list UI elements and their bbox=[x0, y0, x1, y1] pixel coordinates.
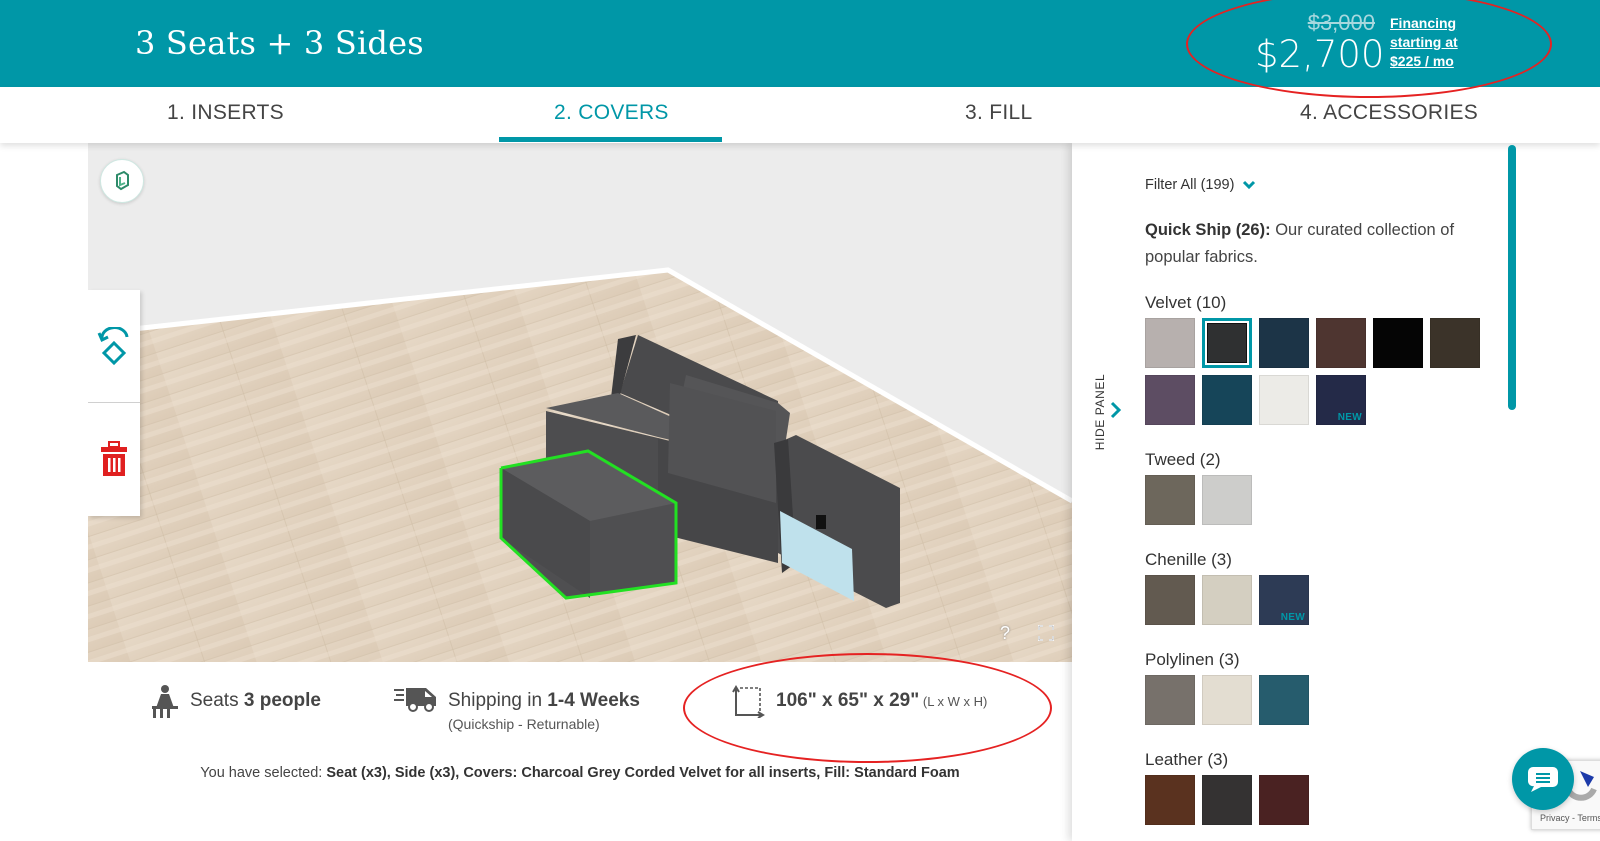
fabric-swatch[interactable] bbox=[1145, 475, 1195, 525]
swatch-group-title: Velvet (10) bbox=[1145, 293, 1227, 312]
rotate-icon bbox=[97, 327, 129, 365]
financing-line: starting at bbox=[1390, 34, 1458, 50]
fabric-swatch[interactable] bbox=[1430, 318, 1480, 368]
viewer-tools bbox=[88, 290, 140, 516]
fabric-swatch[interactable] bbox=[1202, 318, 1252, 368]
fabric-swatch[interactable] bbox=[1202, 475, 1252, 525]
chat-button[interactable] bbox=[1512, 748, 1574, 810]
fabric-swatch[interactable] bbox=[1145, 675, 1195, 725]
seats-prefix: Seats bbox=[190, 690, 244, 711]
quickship-description: Quick Ship (26): Our curated collection … bbox=[1145, 217, 1485, 271]
fabric-swatch[interactable] bbox=[1259, 675, 1309, 725]
filter-dropdown[interactable]: Filter All (199) bbox=[1145, 177, 1256, 193]
swatch-grid bbox=[1145, 475, 1480, 525]
chat-bubble-icon bbox=[1527, 767, 1558, 792]
fullscreen-icon[interactable] bbox=[1038, 625, 1054, 641]
room-scene bbox=[88, 143, 1072, 662]
new-badge: NEW bbox=[1337, 412, 1362, 423]
seats-info: Seats 3 people bbox=[150, 685, 321, 718]
swatch-grid: NEW bbox=[1145, 318, 1480, 425]
fabric-swatch[interactable] bbox=[1145, 575, 1195, 625]
tab-inserts[interactable]: 1. INSERTS bbox=[167, 101, 284, 125]
selection-summary: You have selected: Seat (x3), Side (x3),… bbox=[88, 765, 1072, 781]
fabric-swatch[interactable] bbox=[1202, 575, 1252, 625]
quickship-title: Quick Ship (26): bbox=[1145, 221, 1271, 239]
panel-scrollbar[interactable] bbox=[1508, 145, 1516, 410]
seats-value: 3 people bbox=[243, 690, 321, 711]
swatch-group-title: Leather (3) bbox=[1145, 750, 1229, 769]
fabric-swatch[interactable]: NEW bbox=[1316, 375, 1366, 425]
fabric-swatch[interactable] bbox=[1202, 775, 1252, 825]
fabric-swatch[interactable] bbox=[1202, 675, 1252, 725]
hide-panel-label: HIDE PANEL bbox=[1093, 373, 1107, 451]
fabric-swatch[interactable] bbox=[1316, 318, 1366, 368]
selection-value: Seat (x3), Side (x3), Covers: Charcoal G… bbox=[326, 765, 960, 781]
ar-cube-icon bbox=[116, 170, 129, 191]
tab-accessories[interactable]: 4. ACCESSORIES bbox=[1300, 101, 1478, 125]
delete-button[interactable] bbox=[88, 403, 140, 515]
dimensions-info: 106" x 65" x 29" (L x W x H) bbox=[732, 685, 988, 718]
tab-covers[interactable]: 2. COVERS bbox=[554, 101, 669, 125]
shipping-info: Shipping in 1-4 Weeks (Quickship - Retur… bbox=[394, 688, 640, 732]
rotate-button[interactable] bbox=[88, 290, 140, 402]
tab-fill[interactable]: 3. FILL bbox=[965, 101, 1032, 125]
filter-label: Filter All (199) bbox=[1145, 177, 1235, 193]
help-button[interactable]: ? bbox=[1000, 623, 1010, 644]
ar-view-button[interactable] bbox=[100, 159, 144, 203]
fabric-swatch[interactable] bbox=[1259, 318, 1309, 368]
3d-viewer[interactable]: ? bbox=[88, 143, 1072, 662]
fabric-swatch[interactable] bbox=[1202, 375, 1252, 425]
fabric-swatch[interactable] bbox=[1145, 375, 1195, 425]
covers-panel: HIDE PANEL Filter All (199) Quick Ship (… bbox=[1072, 143, 1600, 841]
swatch-group-title: Tweed (2) bbox=[1145, 450, 1221, 469]
selection-prefix: You have selected: bbox=[200, 765, 327, 781]
new-badge: NEW bbox=[1280, 612, 1305, 623]
financing-line: Financing bbox=[1390, 15, 1457, 31]
delivery-truck-icon bbox=[394, 688, 436, 712]
swatch-grid: NEW bbox=[1145, 575, 1480, 625]
page-title: 3 Seats + 3 Sides bbox=[135, 24, 424, 62]
swatch-group-title: Polylinen (3) bbox=[1145, 650, 1240, 669]
fabric-swatch[interactable] bbox=[1145, 318, 1195, 368]
shipping-note: (Quickship - Returnable) bbox=[448, 716, 600, 732]
hide-panel-toggle[interactable]: HIDE PANEL bbox=[1086, 373, 1126, 463]
swatch-group-title: Chenille (3) bbox=[1145, 550, 1232, 569]
dimensions-icon bbox=[732, 685, 765, 718]
chevron-down-icon bbox=[1243, 180, 1256, 190]
financing-link[interactable]: Financing starting at $225 / mo bbox=[1390, 14, 1458, 71]
fabric-swatch[interactable] bbox=[1145, 775, 1195, 825]
header-bar: 3 Seats + 3 Sides $3,000 $2,700 Financin… bbox=[0, 0, 1600, 87]
fabric-swatch[interactable] bbox=[1259, 775, 1309, 825]
active-tab-indicator bbox=[499, 137, 722, 142]
recaptcha-links[interactable]: Privacy - Terms bbox=[1540, 813, 1600, 823]
chevron-right-icon bbox=[1110, 401, 1122, 419]
step-tabs: 1. INSERTS 2. COVERS 3. FILL 4. ACCESSOR… bbox=[0, 87, 1600, 143]
seated-person-icon bbox=[152, 685, 178, 718]
shipping-value: 1-4 Weeks bbox=[547, 690, 640, 711]
fabric-swatch[interactable]: NEW bbox=[1259, 575, 1309, 625]
fabric-swatch[interactable] bbox=[1259, 375, 1309, 425]
fabric-swatch[interactable] bbox=[1373, 318, 1423, 368]
swatch-grid bbox=[1145, 775, 1480, 825]
swatch-grid bbox=[1145, 675, 1480, 725]
product-info: Seats 3 people Shipping in 1-4 Weeks (Qu… bbox=[88, 662, 1072, 841]
current-price: $2,700 bbox=[1255, 33, 1385, 76]
price-block: $3,000 $2,700 bbox=[1255, 10, 1385, 76]
financing-line: $225 / mo bbox=[1390, 53, 1454, 69]
trash-icon bbox=[101, 441, 127, 476]
shipping-prefix: Shipping in bbox=[448, 690, 548, 711]
dimensions-value: 106" x 65" x 29" bbox=[776, 690, 920, 711]
dimensions-note: (L x W x H) bbox=[919, 694, 988, 709]
